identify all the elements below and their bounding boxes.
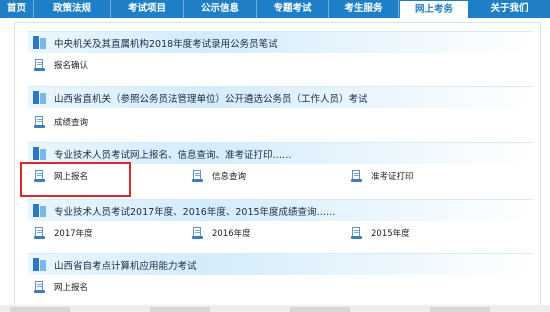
document-icon xyxy=(34,227,45,239)
nav-item-online-affairs[interactable]: 网上考务 xyxy=(399,0,469,18)
top-nav: 首页 政策法规 考试项目 公示信息 专题考试 考生服务 网上考务 关于我们 xyxy=(0,0,550,18)
list-item-score-query[interactable]: 成绩查询 xyxy=(34,114,88,130)
section-title: 山西省直机关（参照公务员法管理单位）公开遴选公务员（工作人员）考试 xyxy=(54,93,368,105)
list-item-info-query[interactable]: 信息查询 xyxy=(192,168,246,184)
nav-item-policy[interactable]: 政策法规 xyxy=(34,0,111,18)
section-title: 中央机关及其直属机构2018年度考试录用公务员笔试 xyxy=(54,38,278,50)
document-icon xyxy=(34,116,45,128)
highlight-box xyxy=(20,162,131,197)
section-title: 专业技术人员考试网上报名、信息查询、准考证打印…… xyxy=(54,149,292,161)
section-header-4: 专业技术人员考试2017年度、2016年度、2015年度成绩查询…… xyxy=(28,199,533,221)
section-title: 山西省自考点计算机应用能力考试 xyxy=(54,260,197,272)
section-bullet-icon xyxy=(33,258,47,271)
nav-item-home[interactable]: 首页 xyxy=(0,0,34,18)
item-label: 成绩查询 xyxy=(54,118,89,128)
list-item-year-2017[interactable]: 2017年度 xyxy=(34,225,93,241)
list-item-admission-ticket-print[interactable]: 准考证打印 xyxy=(351,168,414,184)
section-header-1: 中央机关及其直属机构2018年度考试录用公务员笔试 xyxy=(28,31,533,53)
section-bullet-icon xyxy=(33,204,47,217)
section-bullet-icon xyxy=(33,147,47,160)
bottom-scroll-strip xyxy=(0,305,550,312)
section-header-3: 专业技术人员考试网上报名、信息查询、准考证打印…… xyxy=(28,142,533,164)
item-label: 2017年度 xyxy=(54,229,93,239)
item-label: 信息查询 xyxy=(212,172,247,182)
document-icon xyxy=(192,170,203,182)
list-item-year-2016[interactable]: 2016年度 xyxy=(192,225,251,241)
document-icon xyxy=(34,59,45,71)
section-header-2: 山西省直机关（参照公务员法管理单位）公开遴选公务员（工作人员）考试 xyxy=(28,86,533,108)
nav-item-exam-projects[interactable]: 考试项目 xyxy=(111,0,184,18)
document-icon xyxy=(192,227,203,239)
item-label: 2015年度 xyxy=(371,229,410,239)
nav-item-special-exams[interactable]: 专题考试 xyxy=(257,0,329,18)
section-header-5: 山西省自考点计算机应用能力考试 xyxy=(28,253,533,275)
document-icon xyxy=(34,281,45,293)
item-label: 2016年度 xyxy=(212,229,251,239)
list-item-confirm-registration[interactable]: 报名确认 xyxy=(34,57,88,73)
item-label: 网上报名 xyxy=(54,283,89,293)
item-label: 报名确认 xyxy=(54,61,89,71)
list-item-computer-exam-registration[interactable]: 网上报名 xyxy=(34,279,88,295)
section-bullet-icon xyxy=(33,91,47,104)
document-icon xyxy=(351,170,362,182)
nav-item-about-us[interactable]: 关于我们 xyxy=(469,0,550,18)
document-icon xyxy=(351,227,362,239)
list-item-year-2015[interactable]: 2015年度 xyxy=(351,225,410,241)
nav-item-announcements[interactable]: 公示信息 xyxy=(184,0,257,18)
section-title: 专业技术人员考试2017年度、2016年度、2015年度成绩查询…… xyxy=(54,206,336,218)
section-bullet-icon xyxy=(33,36,47,49)
nav-item-candidate-services[interactable]: 考生服务 xyxy=(329,0,399,18)
item-label: 准考证打印 xyxy=(371,172,414,182)
